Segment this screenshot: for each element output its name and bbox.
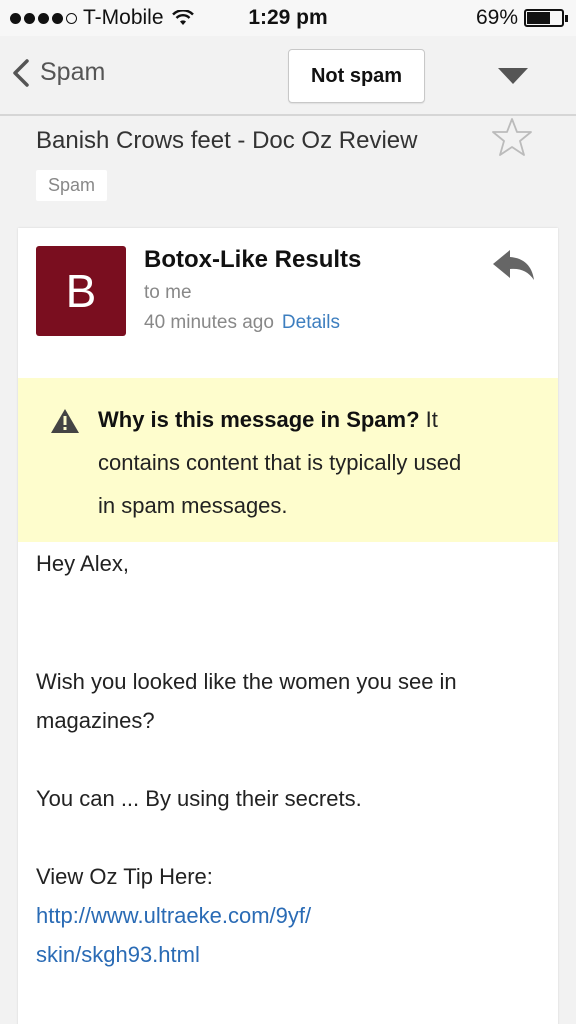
back-label: Spam xyxy=(40,58,106,86)
spam-warning-line2: contains content that is typically used xyxy=(98,450,462,475)
body-paragraph-1-line-1: Wish you looked like the women you see i… xyxy=(36,669,457,694)
dropdown-triangle-icon[interactable] xyxy=(496,66,530,86)
time-ago: 40 minutes ago xyxy=(144,312,274,333)
warning-icon xyxy=(51,409,79,433)
battery-status: 69% xyxy=(475,6,568,30)
body-paragraph-1-line-2: magazines? xyxy=(36,708,155,733)
email-subject: Banish Crows feet - Doc Oz Review xyxy=(36,127,418,154)
spam-warning-line1: It xyxy=(419,407,438,432)
message-card: B Botox-Like Results to me 40 minutes ag… xyxy=(18,228,558,1024)
greeting: Hey Alex, xyxy=(36,551,129,576)
battery-icon xyxy=(524,9,568,27)
not-spam-button[interactable]: Not spam xyxy=(288,49,425,103)
spam-link-line-1[interactable]: http://www.ultraeke.com/9yf/ xyxy=(36,896,541,935)
spam-warning-banner: Why is this message in Spam? It contains… xyxy=(18,378,558,542)
sender-name: Botox-Like Results xyxy=(144,246,362,273)
spam-warning-line3: in spam messages. xyxy=(98,493,288,518)
body-paragraph-2: You can ... By using their secrets. xyxy=(36,786,362,811)
message-meta: 40 minutes ago Details xyxy=(144,312,340,334)
spam-warning-heading: Why is this message in Spam? xyxy=(98,407,420,432)
chevron-left-icon xyxy=(13,58,29,87)
recipient-line: to me xyxy=(144,282,192,303)
spam-label-chip[interactable]: Spam xyxy=(36,170,108,201)
message-body: Hey Alex, Wish you looked like the women… xyxy=(36,544,541,974)
nav-bar: Spam Not spam xyxy=(0,36,576,116)
reply-icon[interactable] xyxy=(490,244,538,284)
battery-percent: 69% xyxy=(475,6,518,29)
spam-link-line-2[interactable]: skin/skgh93.html xyxy=(36,935,541,974)
status-bar: T-Mobile 1:29 pm 69% xyxy=(0,0,576,36)
back-button[interactable]: Spam xyxy=(12,58,105,87)
body-paragraph-3: View Oz Tip Here: xyxy=(36,864,213,889)
star-icon[interactable] xyxy=(490,116,534,158)
details-link[interactable]: Details xyxy=(282,312,340,333)
avatar: B xyxy=(36,246,126,336)
spam-warning-text: Why is this message in Spam? It contains… xyxy=(98,398,538,527)
